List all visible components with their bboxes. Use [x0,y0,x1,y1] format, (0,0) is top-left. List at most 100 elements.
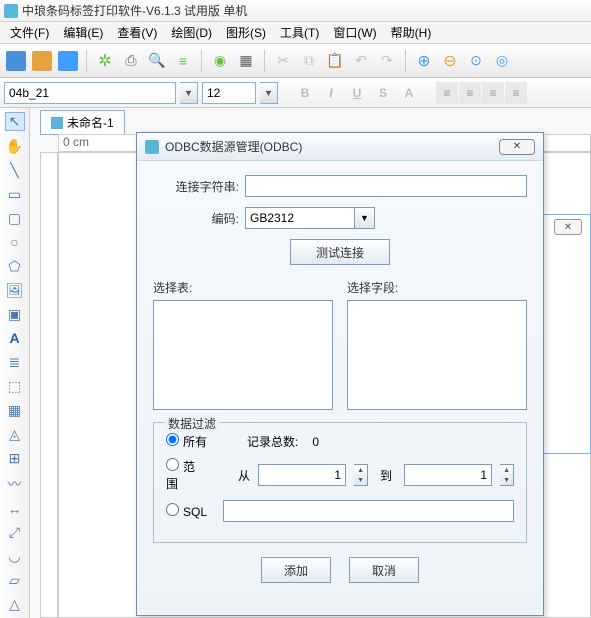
align-justify-icon[interactable]: ≡ [505,82,527,104]
select-field-label: 选择字段: [347,279,527,296]
select-table-label: 选择表: [153,279,333,296]
measure-tool-icon[interactable]: ↔ [5,500,25,518]
separator [86,50,87,72]
sql-input[interactable] [223,500,514,522]
record-count-label: 记录总数: [247,433,298,450]
encoding-label: 编码: [153,210,239,227]
table-listbox[interactable] [153,300,333,410]
zoom-out-icon[interactable]: ⊖ [440,51,460,71]
align-center-icon[interactable]: ≡ [459,82,481,104]
tool-palette: ↖ ✋ ╲ ▭ ▢ ○ ⬠ 🖼 ▣ A ≣ ⬚ ▦ ◬ ⊞ 〰 ↔ ⤢ ◡ ▱ … [0,108,30,618]
group-tool-icon[interactable]: ▱ [5,572,25,590]
conn-input[interactable] [245,175,527,197]
font-combo[interactable] [4,82,176,104]
zoom-in-icon[interactable]: ⊕ [414,51,434,71]
cut-icon[interactable]: ✂ [273,51,293,71]
new-icon[interactable] [6,51,26,71]
arc-tool-icon[interactable]: ◡ [5,548,25,566]
ruler-vertical [40,152,58,618]
print-icon[interactable]: ⎙ [121,51,141,71]
font-color-button[interactable]: A [398,82,420,104]
menu-help[interactable]: 帮助(H) [385,22,438,43]
table-tool-icon[interactable]: ⊞ [5,450,25,468]
ellipse-tool-icon[interactable]: ○ [5,233,25,251]
filter-fieldset: 数据过滤 所有 记录总数: 0 范围 从 ▲▼ 到 ▲▼ SQL [153,422,527,543]
rect-tool-icon[interactable]: ▭ [5,185,25,203]
dialog-title-bar[interactable]: ODBC数据源管理(ODBC) ✕ [137,133,543,161]
document-tab[interactable]: 未命名-1 [40,110,125,135]
radio-all[interactable]: 所有 [166,433,207,450]
align-right-icon[interactable]: ≡ [482,82,504,104]
barcode-tool-icon[interactable]: ⬚ [5,377,25,395]
background-panel: ✕ [541,214,591,454]
separator [405,50,406,72]
menu-file[interactable]: 文件(F) [4,22,55,43]
chevron-down-icon[interactable]: ▼ [180,82,198,104]
preview-icon[interactable]: 🔍 [147,51,167,71]
qrcode-tool-icon[interactable]: ▦ [5,402,25,420]
from-input[interactable] [258,464,346,486]
to-input[interactable] [404,464,492,486]
size-combo[interactable] [202,82,256,104]
line-tool-icon[interactable]: ╲ [5,161,25,179]
pointer-tool-icon[interactable]: ↖ [5,112,25,131]
grid-icon[interactable]: ▦ [236,51,256,71]
cancel-button[interactable]: 取消 [349,557,419,583]
scale-tool-icon[interactable]: ⤢ [5,524,25,542]
field-listbox[interactable] [347,300,527,410]
underline-button[interactable]: U [346,82,368,104]
menu-draw[interactable]: 绘图(D) [165,22,218,43]
redo-icon[interactable]: ↷ [377,51,397,71]
filter-legend: 数据过滤 [164,415,220,432]
image-tool-icon[interactable]: 🖼 [5,281,25,299]
from-label: 从 [238,467,250,484]
radio-sql[interactable]: SQL [166,503,207,519]
from-spinner[interactable]: ▲▼ [354,464,368,486]
settings-icon[interactable]: ✲ [95,51,115,71]
triangle-tool-icon[interactable]: △ [5,596,25,614]
menu-shape[interactable]: 图形(S) [220,22,272,43]
symbol-tool-icon[interactable]: ◬ [5,426,25,444]
roundrect-tool-icon[interactable]: ▢ [5,209,25,227]
menu-edit[interactable]: 编辑(E) [57,22,109,43]
separator [201,50,202,72]
encoding-combo[interactable] [245,207,355,229]
to-label: 到 [380,467,392,484]
menu-view[interactable]: 查看(V) [111,22,163,43]
app-icon [4,4,18,18]
chevron-down-icon[interactable]: ▼ [355,207,375,229]
to-spinner[interactable]: ▲▼ [500,464,514,486]
close-icon[interactable]: ✕ [554,219,582,235]
italic-button[interactable]: I [320,82,342,104]
menu-window[interactable]: 窗口(W) [327,22,382,43]
test-connection-button[interactable]: 测试连接 [290,239,390,265]
separator [264,50,265,72]
save-icon[interactable] [58,51,78,71]
radio-range[interactable]: 范围 [166,458,201,492]
text-tool-icon[interactable]: A [5,329,25,347]
bold-button[interactable]: B [294,82,316,104]
menu-tool[interactable]: 工具(T) [274,22,325,43]
richtext-tool-icon[interactable]: ≣ [5,353,25,371]
zoom-actual-icon[interactable]: ◎ [492,51,512,71]
close-icon[interactable]: ✕ [499,139,535,155]
datasource-icon[interactable]: ◉ [210,51,230,71]
menu-bar: 文件(F) 编辑(E) 查看(V) 绘图(D) 图形(S) 工具(T) 窗口(W… [0,22,591,44]
undo-icon[interactable]: ↶ [351,51,371,71]
main-toolbar: ✲ ⎙ 🔍 ≡ ◉ ▦ ✂ ⧉ 📋 ↶ ↷ ⊕ ⊖ ⊙ ◎ [0,44,591,78]
strike-button[interactable]: S [372,82,394,104]
format-toolbar: ▼ ▼ B I U S A ≡ ≡ ≡ ≡ [0,78,591,108]
database-icon[interactable]: ≡ [173,51,193,71]
zoom-fit-icon[interactable]: ⊙ [466,51,486,71]
chevron-down-icon[interactable]: ▼ [260,82,278,104]
curve-tool-icon[interactable]: 〰 [5,474,25,494]
align-left-icon[interactable]: ≡ [436,82,458,104]
add-button[interactable]: 添加 [261,557,331,583]
polygon-tool-icon[interactable]: ⬠ [5,257,25,275]
app-title-bar: 中琅条码标签打印软件-V6.1.3 试用版 单机 [0,0,591,22]
picture-tool-icon[interactable]: ▣ [5,305,25,323]
open-icon[interactable] [32,51,52,71]
hand-tool-icon[interactable]: ✋ [5,137,25,155]
copy-icon[interactable]: ⧉ [299,51,319,71]
paste-icon[interactable]: 📋 [325,51,345,71]
